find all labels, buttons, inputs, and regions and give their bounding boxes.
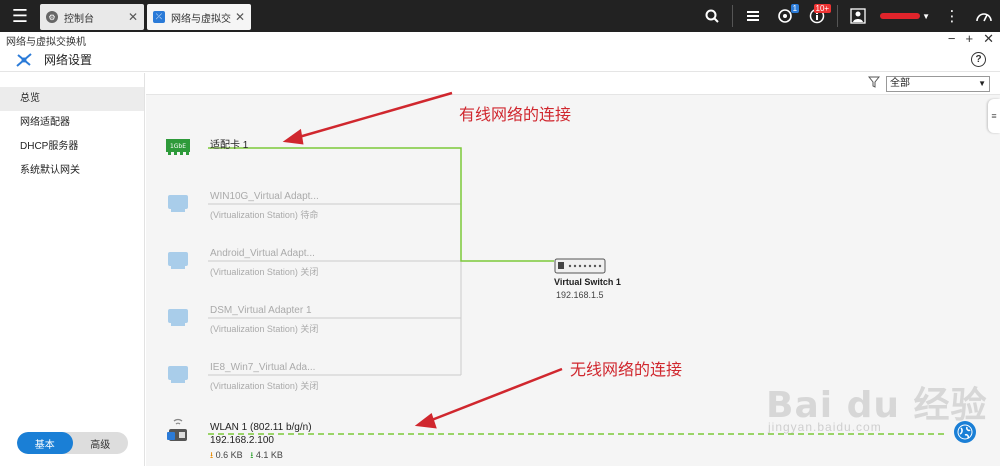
window-title: 网络与虚拟交换机 <box>6 37 86 48</box>
switch-name[interactable]: Virtual Switch 1 <box>554 277 621 287</box>
wireless-annotation: 无线网络的连接 <box>570 360 683 379</box>
sidebar-item-network-adapters[interactable]: 网络适配器 <box>0 111 144 135</box>
adapter-status: (Virtualization Station) 关闭 <box>210 267 319 277</box>
main-panel: 全部 ▼ ≡ 1GbE 适配卡 1 WIN10G_Virtual Adapt..… <box>146 73 1000 466</box>
close-icon[interactable]: ✕ <box>128 10 138 24</box>
virtual-adapter-icon[interactable] <box>166 250 190 273</box>
wlan-traffic: ⭳ 0.6 KB ⭳ 4.1 KB <box>210 448 283 464</box>
stack-icon[interactable] <box>737 0 769 32</box>
adapter-name[interactable]: Android_Virtual Adapt... <box>210 248 315 259</box>
tab-label: 网络与虚拟交... <box>171 13 231 25</box>
svg-text:1GbE: 1GbE <box>170 143 186 150</box>
user-name-redacted[interactable] <box>880 13 921 19</box>
mode-advanced-button[interactable]: 高级 <box>73 432 129 454</box>
close-icon[interactable]: ✕ <box>235 10 245 24</box>
wired-annotation: 有线网络的连接 <box>459 105 572 124</box>
sidebar-item-overview[interactable]: 总览 <box>0 87 144 111</box>
download-arrow-icon: ⭳ <box>250 450 254 460</box>
chevron-down-icon[interactable]: ▼ <box>922 12 930 21</box>
adapter-status: (Virtualization Station) 关闭 <box>210 381 319 391</box>
virtual-adapter-icon[interactable] <box>166 193 190 216</box>
mode-toggle: 基本 高级 <box>17 432 128 454</box>
notification-badge: 10+ <box>813 4 832 13</box>
app-header: 网络设置 ? <box>0 48 1000 72</box>
top-icons: 1 10+ ▼ ⋮ <box>696 0 1000 32</box>
annotation-arrows <box>282 91 563 429</box>
download-value: 4.1 KB <box>255 450 283 460</box>
inactive-links <box>208 203 462 376</box>
adapter-name[interactable]: IE8_Win7_Virtual Ada... <box>210 362 315 373</box>
globe-icon[interactable] <box>954 421 976 443</box>
virtual-switch-icon[interactable] <box>554 257 606 278</box>
adapter-icon-1gbe[interactable]: 1GbE <box>166 136 190 159</box>
minimize-button[interactable]: − <box>948 31 956 47</box>
backup-icon[interactable]: 1 <box>769 0 801 32</box>
main-menu-icon[interactable]: ☰ <box>0 0 40 32</box>
network-icon: ⤫ <box>153 11 165 23</box>
divider <box>732 5 734 27</box>
sidebar-item-default-gateway[interactable]: 系统默认网关 <box>0 159 144 183</box>
adapter-status: (Virtualization Station) 关闭 <box>210 324 319 334</box>
window-controls: − + ✕ <box>948 31 994 47</box>
virtual-adapter-icon[interactable] <box>166 307 190 330</box>
page-title: 网络设置 <box>44 53 93 67</box>
watermark-url: jingyan.baidu.com <box>768 420 882 434</box>
adapter-name[interactable]: 适配卡 1 <box>210 136 248 151</box>
maximize-button[interactable]: + <box>966 31 974 47</box>
sidebar-item-dhcp-server[interactable]: DHCP服务器 <box>0 135 144 159</box>
tab-label: 控制台 <box>64 13 94 25</box>
wlan-ip: 192.168.2.100 <box>210 435 274 446</box>
virtual-adapter-icon[interactable] <box>166 364 190 387</box>
more-options-icon[interactable]: ⋮ <box>936 0 968 32</box>
switch-ip: 192.168.1.5 <box>556 290 604 300</box>
user-icon[interactable] <box>842 0 874 32</box>
info-icon[interactable]: 10+ <box>801 0 833 32</box>
tab-network[interactable]: ⤫ 网络与虚拟交... ✕ <box>147 4 251 30</box>
mode-basic-button[interactable]: 基本 <box>17 432 73 454</box>
top-bar: ☰ ⚙ 控制台 ✕ ⤫ 网络与虚拟交... ✕ 1 10+ ▼ ⋮ <box>0 0 1000 32</box>
sidebar: 总览 网络适配器 DHCP服务器 系统默认网关 基本 高级 <box>0 73 145 466</box>
network-settings-icon <box>14 50 34 70</box>
adapter-status: (Virtualization Station) 待命 <box>210 210 319 220</box>
upload-arrow-icon: ⭳ <box>210 450 214 460</box>
tab-control-panel[interactable]: ⚙ 控制台 ✕ <box>40 4 144 30</box>
adapter-name[interactable]: DSM_Virtual Adapter 1 <box>210 305 312 316</box>
backup-badge: 1 <box>790 4 800 13</box>
wifi-adapter-icon[interactable] <box>166 417 190 448</box>
gear-icon: ⚙ <box>46 11 58 23</box>
dashboard-icon[interactable] <box>968 0 1000 32</box>
wlan-name[interactable]: WLAN 1 (802.11 b/g/n) <box>210 422 312 433</box>
help-icon[interactable]: ? <box>971 52 986 67</box>
close-button[interactable]: ✕ <box>983 31 994 47</box>
adapter-name[interactable]: WIN10G_Virtual Adapt... <box>210 191 319 202</box>
search-icon[interactable] <box>696 0 728 32</box>
upload-value: 0.6 KB <box>215 450 243 460</box>
divider <box>837 5 839 27</box>
